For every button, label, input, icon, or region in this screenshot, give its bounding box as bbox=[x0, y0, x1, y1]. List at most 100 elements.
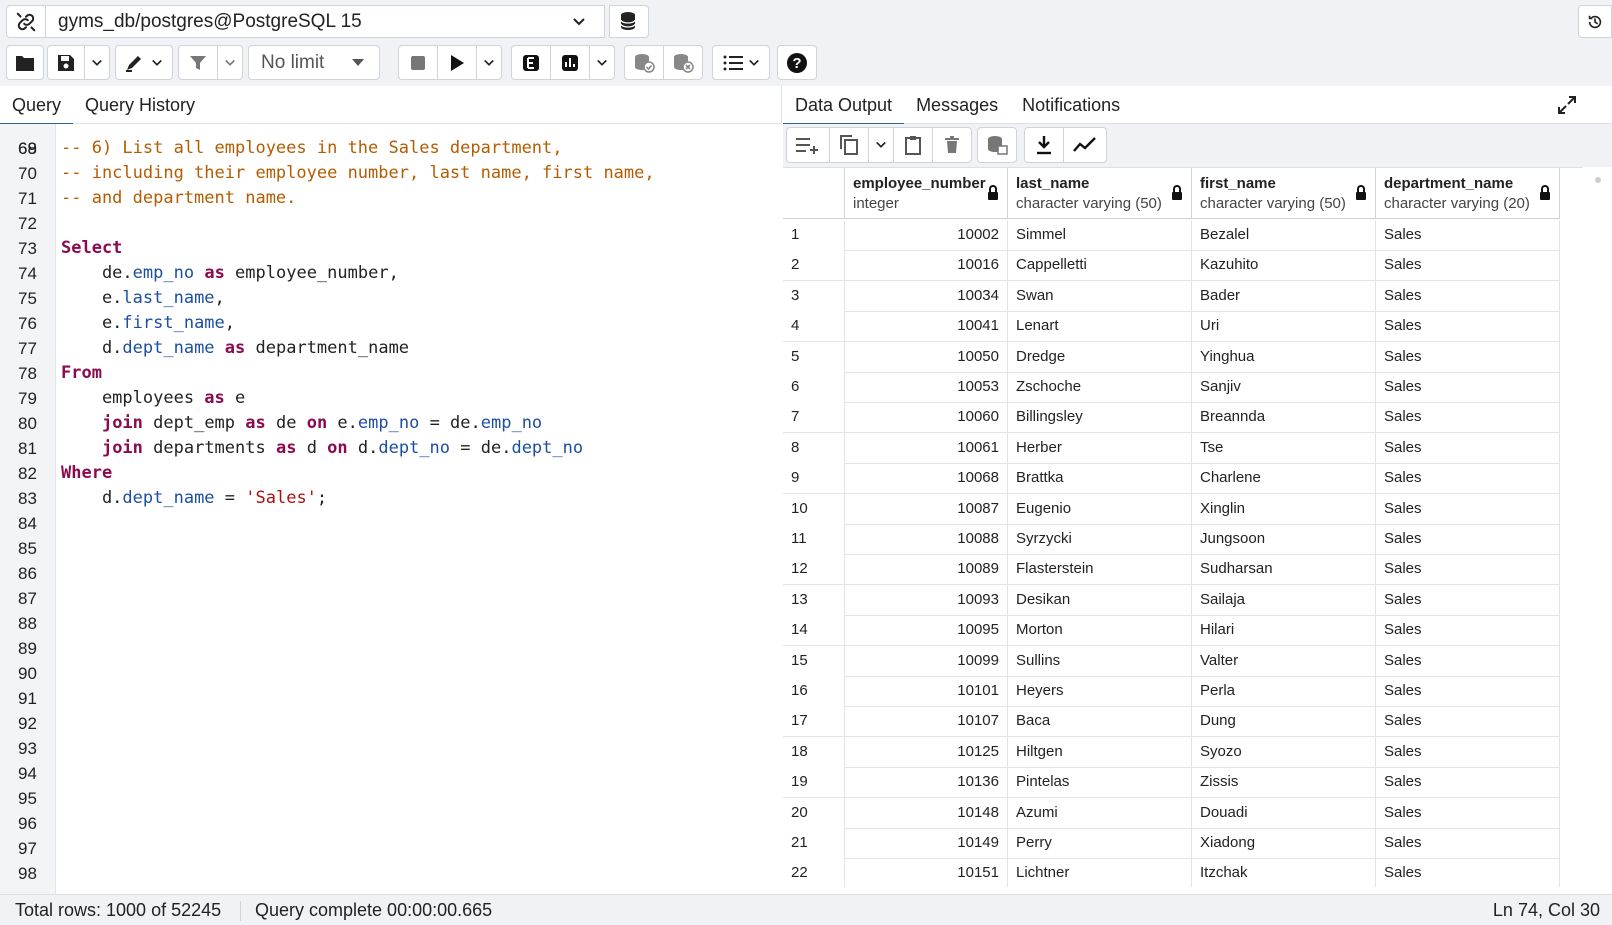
table-cell[interactable]: Swan bbox=[1008, 280, 1192, 312]
column-header-last-name[interactable]: last_name character varying (50) bbox=[1008, 168, 1192, 219]
table-cell[interactable]: 10034 bbox=[845, 280, 1008, 312]
table-row[interactable]: 14 10095 Morton Hilari Sales bbox=[783, 615, 1560, 647]
table-row[interactable]: 2 10016 Cappelletti Kazuhito Sales bbox=[783, 250, 1560, 282]
table-cell[interactable]: Azumi bbox=[1008, 797, 1192, 829]
table-cell[interactable]: Sales bbox=[1376, 554, 1560, 586]
table-row[interactable]: 3 10034 Swan Bader Sales bbox=[783, 280, 1560, 312]
row-number-cell[interactable]: 18 bbox=[783, 736, 845, 768]
table-row[interactable]: 15 10099 Sullins Valter Sales bbox=[783, 645, 1560, 677]
table-cell[interactable]: 10093 bbox=[845, 584, 1008, 616]
table-cell[interactable]: Sales bbox=[1376, 828, 1560, 859]
tab-messages[interactable]: Messages bbox=[904, 86, 1010, 124]
table-cell[interactable]: Morton bbox=[1008, 615, 1192, 647]
table-cell[interactable]: Billingsley bbox=[1008, 402, 1192, 434]
table-row[interactable]: 19 10136 Pintelas Zissis Sales bbox=[783, 767, 1560, 799]
row-number-cell[interactable]: 21 bbox=[783, 828, 845, 859]
table-cell[interactable]: Baca bbox=[1008, 706, 1192, 738]
table-cell[interactable]: Sullins bbox=[1008, 645, 1192, 677]
row-number-cell[interactable]: 20 bbox=[783, 797, 845, 829]
table-cell[interactable]: Zschoche bbox=[1008, 372, 1192, 403]
column-header-department-name[interactable]: department_name character varying (20) bbox=[1376, 168, 1560, 219]
row-number-cell[interactable]: 13 bbox=[783, 584, 845, 616]
row-number-cell[interactable]: 3 bbox=[783, 280, 845, 312]
table-row[interactable]: 17 10107 Baca Dung Sales bbox=[783, 706, 1560, 738]
table-cell[interactable]: 10089 bbox=[845, 554, 1008, 586]
execute-options-button[interactable] bbox=[476, 45, 502, 80]
table-cell[interactable]: Hilari bbox=[1192, 615, 1376, 647]
column-header-first-name[interactable]: first_name character varying (50) bbox=[1192, 168, 1376, 219]
table-cell[interactable]: Cappelletti bbox=[1008, 250, 1192, 282]
table-cell[interactable]: Syozo bbox=[1192, 736, 1376, 768]
table-cell[interactable]: Eugenio bbox=[1008, 493, 1192, 525]
table-cell[interactable]: Bezalel bbox=[1192, 220, 1376, 251]
tab-query-history[interactable]: Query History bbox=[73, 86, 207, 124]
table-cell[interactable]: 10149 bbox=[845, 828, 1008, 859]
table-row[interactable]: 8 10061 Herber Tse Sales bbox=[783, 432, 1560, 464]
row-number-cell[interactable]: 22 bbox=[783, 858, 845, 887]
table-cell[interactable]: Sales bbox=[1376, 372, 1560, 403]
graph-visualiser-button[interactable] bbox=[1063, 127, 1107, 163]
stop-button[interactable] bbox=[398, 45, 438, 80]
table-cell[interactable]: Sales bbox=[1376, 402, 1560, 434]
add-row-button[interactable] bbox=[786, 127, 830, 163]
rollback-button[interactable] bbox=[663, 45, 703, 80]
row-number-cell[interactable]: 12 bbox=[783, 554, 845, 586]
table-cell[interactable]: Sales bbox=[1376, 311, 1560, 343]
table-cell[interactable]: Herber bbox=[1008, 432, 1192, 464]
tab-notifications[interactable]: Notifications bbox=[1010, 86, 1132, 124]
row-number-cell[interactable]: 10 bbox=[783, 493, 845, 525]
table-cell[interactable]: Sudharsan bbox=[1192, 554, 1376, 586]
column-header-employee-number[interactable]: employee_number integer bbox=[845, 168, 1008, 219]
table-cell[interactable]: Sales bbox=[1376, 280, 1560, 312]
table-row[interactable]: 18 10125 Hiltgen Syozo Sales bbox=[783, 736, 1560, 768]
table-cell[interactable]: 10060 bbox=[845, 402, 1008, 434]
maximize-icon[interactable] bbox=[1557, 95, 1577, 115]
table-cell[interactable]: 10148 bbox=[845, 797, 1008, 829]
explain-analyze-button[interactable] bbox=[550, 45, 590, 80]
table-cell[interactable]: 10016 bbox=[845, 250, 1008, 282]
table-cell[interactable]: Sales bbox=[1376, 493, 1560, 525]
table-cell[interactable]: Sanjiv bbox=[1192, 372, 1376, 403]
table-row[interactable]: 6 10053 Zschoche Sanjiv Sales bbox=[783, 372, 1560, 403]
connection-select[interactable]: gyms_db/postgres@PostgreSQL 15 bbox=[45, 5, 605, 38]
commit-button[interactable] bbox=[624, 45, 664, 80]
table-cell[interactable]: Douadi bbox=[1192, 797, 1376, 829]
table-cell[interactable]: Jungsoon bbox=[1192, 524, 1376, 555]
row-number-cell[interactable]: 2 bbox=[783, 250, 845, 282]
tab-data-output[interactable]: Data Output bbox=[783, 86, 905, 125]
table-cell[interactable]: Desikan bbox=[1008, 584, 1192, 616]
save-data-button[interactable] bbox=[977, 127, 1017, 163]
row-number-cell[interactable]: 7 bbox=[783, 402, 845, 434]
table-cell[interactable]: Sales bbox=[1376, 250, 1560, 282]
table-cell[interactable]: Lenart bbox=[1008, 311, 1192, 343]
table-cell[interactable]: Sales bbox=[1376, 524, 1560, 555]
sql-editor[interactable]: 68 69 -- 6) List all employees in the Sal… bbox=[0, 124, 782, 894]
copy-options-button[interactable] bbox=[868, 127, 894, 163]
row-number-cell[interactable]: 15 bbox=[783, 645, 845, 677]
table-cell[interactable]: 10151 bbox=[845, 858, 1008, 887]
table-row[interactable]: 16 10101 Heyers Perla Sales bbox=[783, 676, 1560, 707]
connection-status-button[interactable] bbox=[6, 5, 46, 38]
table-cell[interactable]: Heyers bbox=[1008, 676, 1192, 707]
table-row[interactable]: 9 10068 Brattka Charlene Sales bbox=[783, 463, 1560, 495]
table-cell[interactable]: Sales bbox=[1376, 220, 1560, 251]
table-cell[interactable]: 10087 bbox=[845, 493, 1008, 525]
table-cell[interactable]: Kazuhito bbox=[1192, 250, 1376, 282]
table-cell[interactable]: Sales bbox=[1376, 584, 1560, 616]
grid-vertical-scrollbar[interactable] bbox=[1584, 167, 1612, 887]
table-cell[interactable]: 10002 bbox=[845, 220, 1008, 251]
table-cell[interactable]: 10068 bbox=[845, 463, 1008, 495]
table-row[interactable]: 10 10087 Eugenio Xinglin Sales bbox=[783, 493, 1560, 525]
table-cell[interactable]: Sales bbox=[1376, 341, 1560, 373]
table-cell[interactable]: Sales bbox=[1376, 432, 1560, 464]
history-button[interactable] bbox=[1578, 5, 1612, 38]
table-cell[interactable]: 10050 bbox=[845, 341, 1008, 373]
edit-button[interactable] bbox=[115, 45, 173, 80]
table-cell[interactable]: Uri bbox=[1192, 311, 1376, 343]
row-number-cell[interactable]: 1 bbox=[783, 220, 845, 251]
table-row[interactable]: 4 10041 Lenart Uri Sales bbox=[783, 311, 1560, 343]
row-limit-select[interactable]: No limit bbox=[248, 45, 380, 80]
data-grid[interactable]: employee_number integer last_name charac… bbox=[783, 167, 1583, 887]
execute-button[interactable] bbox=[437, 45, 477, 80]
table-cell[interactable]: Tse bbox=[1192, 432, 1376, 464]
